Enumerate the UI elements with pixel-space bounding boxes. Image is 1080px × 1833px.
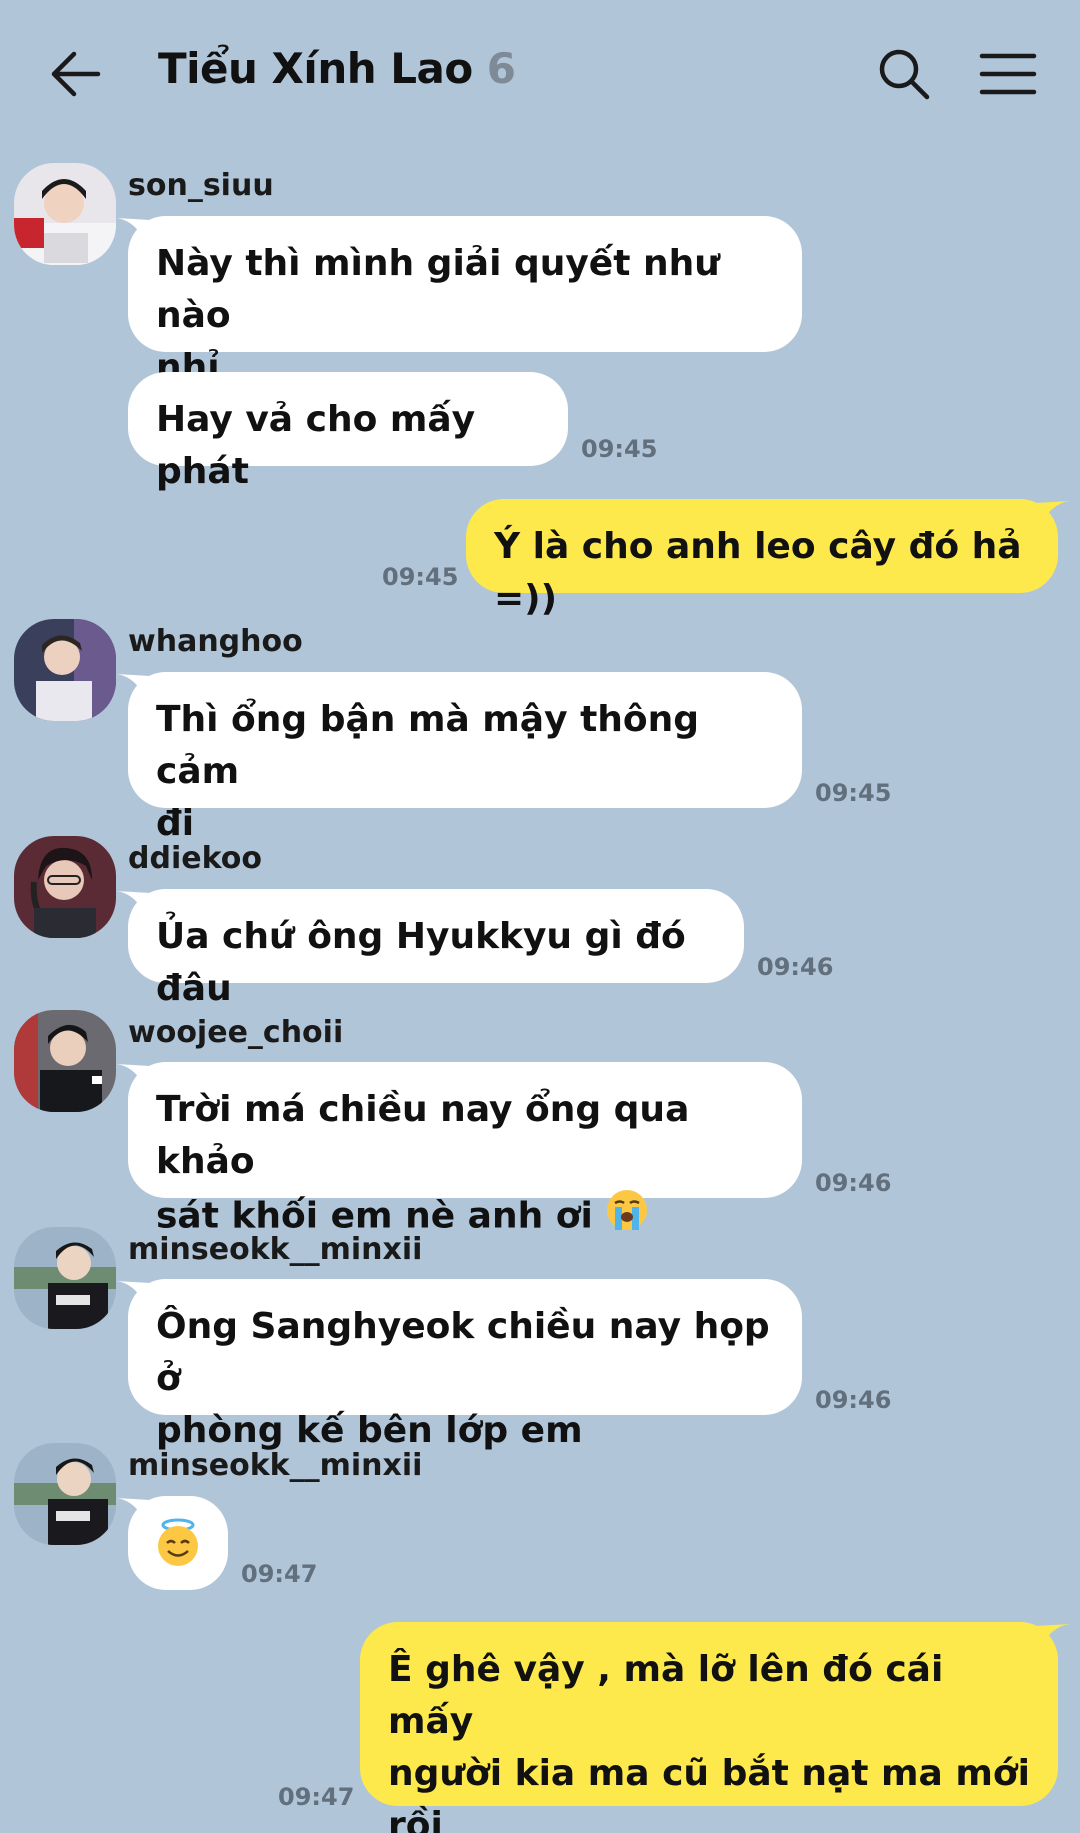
bubble-tail (1036, 1624, 1070, 1648)
avatar[interactable] (14, 1443, 116, 1545)
message-line: Trời má chiều nay ổng qua khảo (156, 1089, 690, 1182)
message-line: Ông Sanghyeok chiều nay họp ở (156, 1306, 770, 1399)
message-line: Này thì mình giải quyết như nào (156, 243, 720, 336)
avatar[interactable] (14, 619, 116, 721)
arrow-left-icon[interactable] (48, 46, 104, 102)
member-count: 6 (486, 44, 516, 93)
message-timestamp: 09:47 (241, 1560, 318, 1588)
search-icon[interactable] (876, 46, 932, 102)
avatar[interactable] (14, 1010, 116, 1112)
message-bubble[interactable]: Này thì mình giải quyết như nào nhỉ (116, 216, 802, 388)
my-message-bubble[interactable]: Ê ghê vậy , mà lỡ lên đó cái mấy người k… (360, 1622, 1070, 1833)
sender-name: minseokk__minxii (128, 1232, 423, 1267)
message-text: Hay vả cho mấy phát (156, 399, 476, 492)
message-bubble[interactable] (116, 1496, 228, 1590)
message-bubble[interactable]: Ông Sanghyeok chiều nay họp ở phòng kế b… (116, 1279, 802, 1451)
sender-name: son_siuu (128, 168, 274, 203)
bubble-tail (116, 1064, 150, 1088)
message-bubble[interactable]: Hay vả cho mấy phát (128, 372, 568, 492)
message-bubble[interactable]: Trời má chiều nay ổng qua khảo sát khối … (116, 1062, 802, 1237)
hamburger-menu-icon[interactable] (978, 46, 1038, 102)
message-line: Ê ghê vậy , mà lỡ lên đó cái mấy (388, 1649, 944, 1742)
sender-name: whanghoo (128, 624, 303, 659)
sender-name: ddiekoo (128, 841, 262, 876)
message-bubble[interactable]: Ủa chứ ông Hyukkyu gì đó đâu (116, 889, 744, 1009)
bubble-tail (116, 674, 150, 698)
chat-title: Tiểu Xính Lao (158, 44, 473, 93)
message-line: Thì ổng bận mà mậy thông cảm (156, 699, 700, 792)
avatar[interactable] (14, 163, 116, 265)
message-timestamp: 09:46 (757, 953, 834, 981)
my-message-bubble[interactable]: Ý là cho anh leo cây đó hả =)) (466, 499, 1070, 619)
message-bubble[interactable]: Thì ổng bận mà mậy thông cảm đi (116, 672, 802, 844)
message-timestamp: 09:45 (815, 779, 892, 807)
message-timestamp: 09:46 (815, 1386, 892, 1414)
chat-header: Tiểu Xính Lao 6 (0, 0, 1080, 150)
avatar[interactable] (14, 1227, 116, 1329)
bubble-tail (116, 891, 150, 915)
message-timestamp: 09:45 (382, 563, 459, 591)
smiling-face-with-halo-icon (154, 1518, 202, 1583)
bubble-tail (116, 1281, 150, 1305)
chat-title-group: Tiểu Xính Lao 6 (158, 44, 516, 104)
message-text: Ý là cho anh leo cây đó hả =)) (494, 526, 1022, 619)
message-timestamp: 09:47 (278, 1783, 355, 1811)
avatar[interactable] (14, 836, 116, 938)
message-timestamp: 09:46 (815, 1169, 892, 1197)
chat-screen: Tiểu Xính Lao 6 son_siuu Này thì mình gi… (0, 0, 1080, 1833)
sender-name: woojee_choii (128, 1015, 344, 1050)
message-text: Ủa chứ ông Hyukkyu gì đó đâu (156, 916, 686, 1009)
sender-name: minseokk__minxii (128, 1448, 423, 1483)
bubble-tail (116, 1498, 150, 1522)
bubble-tail (1036, 501, 1070, 525)
message-line: sát khối em nè anh ơi (156, 1195, 593, 1237)
message-line: người kia ma cũ bắt nạt ma mới rồi (388, 1753, 1030, 1833)
message-timestamp: 09:45 (581, 435, 658, 463)
bubble-tail (116, 218, 150, 242)
loudly-crying-face-icon (605, 1188, 649, 1247)
